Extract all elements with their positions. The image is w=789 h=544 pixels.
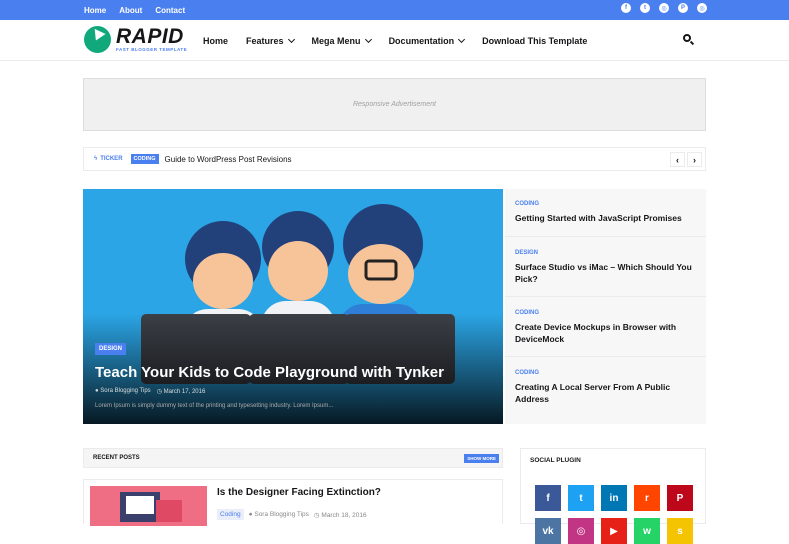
logo-subtitle: FAST BLOGGER TEMPLATE (116, 47, 188, 53)
top-nav-contact[interactable]: Contact (155, 6, 185, 15)
featured-date: ◷ March 17, 2016 (156, 389, 206, 395)
bolt-icon: ϟ (94, 156, 98, 162)
featured-post[interactable]: DESIGN Teach Your Kids to Code Playgroun… (83, 189, 503, 424)
top-nav: Home About Contact (84, 0, 185, 20)
featured-meta: ● Sora Blogging Tips ◷ March 17, 2016 (95, 388, 205, 395)
show-more-button[interactable]: SHOW MORE (464, 454, 499, 463)
nav-home[interactable]: Home (203, 36, 228, 46)
post-thumbnail[interactable] (90, 486, 207, 526)
top-social-links: f t ◎ P ◎ (621, 3, 707, 13)
post-author: ● Sora Blogging Tips (248, 511, 309, 518)
whatsapp-icon[interactable]: w (634, 518, 660, 544)
social-plugin-grid: f t in r Pvk ◎ ▶ w s (535, 485, 693, 544)
facebook-icon[interactable]: f (621, 3, 631, 13)
side-post-title[interactable]: Create Device Mockups in Browser with De… (515, 321, 700, 345)
side-post-category[interactable]: DESIGN (515, 250, 538, 256)
clock-icon: ◷ (313, 511, 320, 519)
side-post[interactable]: CODING Getting Started with JavaScript P… (505, 189, 706, 237)
site-logo[interactable]: RAPID FAST BLOGGER TEMPLATE (84, 26, 187, 53)
logo-title: RAPID (116, 25, 184, 49)
chevron-down-icon (364, 35, 372, 43)
news-ticker: ϟ TICKER CODING Guide to WordPress Post R… (83, 147, 706, 171)
social-plugin-heading: SOCIAL PLUGIN (530, 457, 581, 464)
recent-posts-heading: RECENT POSTS (93, 455, 140, 461)
twitter-icon[interactable]: t (640, 3, 650, 13)
side-post-category[interactable]: CODING (515, 310, 539, 316)
facebook-icon[interactable]: f (535, 485, 561, 511)
recent-posts-header: RECENT POSTS SHOW MORE (83, 448, 503, 468)
vk-icon[interactable]: vk (535, 518, 561, 544)
twitter-icon[interactable]: t (568, 485, 594, 511)
side-post[interactable]: CODING Creating A Local Server From A Pu… (505, 357, 706, 424)
clock-icon: ◷ (156, 389, 162, 395)
side-post[interactable]: DESIGN Surface Studio vs iMac – Which Sh… (505, 237, 706, 297)
nav-download-template[interactable]: Download This Template (482, 36, 587, 46)
user-icon: ● (248, 511, 253, 518)
snapchat-icon[interactable]: s (667, 518, 693, 544)
ticker-headline[interactable]: Guide to WordPress Post Revisions (165, 155, 292, 164)
featured-title[interactable]: Teach Your Kids to Code Playground with … (95, 364, 444, 381)
featured-excerpt: Lorem Ipsum is simply dummy text of the … (95, 403, 334, 409)
pinterest-icon[interactable]: P (678, 3, 688, 13)
side-post-category[interactable]: CODING (515, 201, 539, 207)
advertisement-banner[interactable]: Responsive Advertisement (83, 78, 706, 131)
ticker-label: ϟ TICKER (94, 156, 123, 162)
side-post-title[interactable]: Getting Started with JavaScript Promises (515, 212, 700, 224)
main-nav: Home Features Mega Menu Documentation Do… (203, 20, 587, 61)
featured-category-badge[interactable]: DESIGN (95, 343, 127, 355)
search-icon[interactable] (683, 34, 695, 46)
top-bar: Home About Contact f t ◎ P ◎ (0, 0, 789, 20)
social-plugin-widget: SOCIAL PLUGIN f t in r Pvk ◎ ▶ w s (520, 448, 706, 544)
side-post-title[interactable]: Surface Studio vs iMac – Which Should Yo… (515, 261, 700, 285)
side-post-title[interactable]: Creating A Local Server From A Public Ad… (515, 381, 700, 405)
nav-documentation[interactable]: Documentation (389, 35, 466, 46)
chevron-down-icon (458, 35, 466, 43)
side-post[interactable]: CODING Create Device Mockups in Browser … (505, 297, 706, 357)
post-date: ◷ March 18, 2016 (313, 511, 367, 519)
nav-mega-menu[interactable]: Mega Menu (312, 35, 372, 46)
logo-icon (84, 26, 111, 53)
featured-author: ● Sora Blogging Tips (95, 388, 151, 394)
reddit-icon[interactable]: r (634, 485, 660, 511)
chevron-down-icon (287, 35, 295, 43)
top-nav-home[interactable]: Home (84, 6, 106, 15)
post-meta: Coding ● Sora Blogging Tips ◷ March 18, … (217, 509, 367, 520)
linkedin-icon[interactable]: in (601, 485, 627, 511)
ad-placeholder-text: Responsive Advertisement (352, 101, 436, 108)
instagram-icon[interactable]: ◎ (568, 518, 594, 544)
post-tag[interactable]: Coding (217, 509, 244, 520)
ticker-next-button[interactable]: › (687, 152, 702, 167)
user-icon: ● (95, 388, 99, 394)
ticker-prev-button[interactable]: ‹ (670, 152, 685, 167)
nav-features[interactable]: Features (246, 35, 295, 46)
instagram-icon[interactable]: ◎ (697, 3, 707, 13)
side-post-category[interactable]: CODING (515, 370, 539, 376)
youtube-icon[interactable]: ▶ (601, 518, 627, 544)
ticker-category-badge[interactable]: CODING (130, 154, 159, 164)
pinterest-icon[interactable]: P (667, 485, 693, 511)
instagram-icon[interactable]: ◎ (659, 3, 669, 13)
post-title[interactable]: Is the Designer Facing Extinction? (217, 487, 381, 498)
top-nav-about[interactable]: About (119, 6, 142, 15)
featured-side-list: CODING Getting Started with JavaScript P… (505, 189, 706, 424)
post-item[interactable]: Is the Designer Facing Extinction? Codin… (83, 479, 503, 526)
